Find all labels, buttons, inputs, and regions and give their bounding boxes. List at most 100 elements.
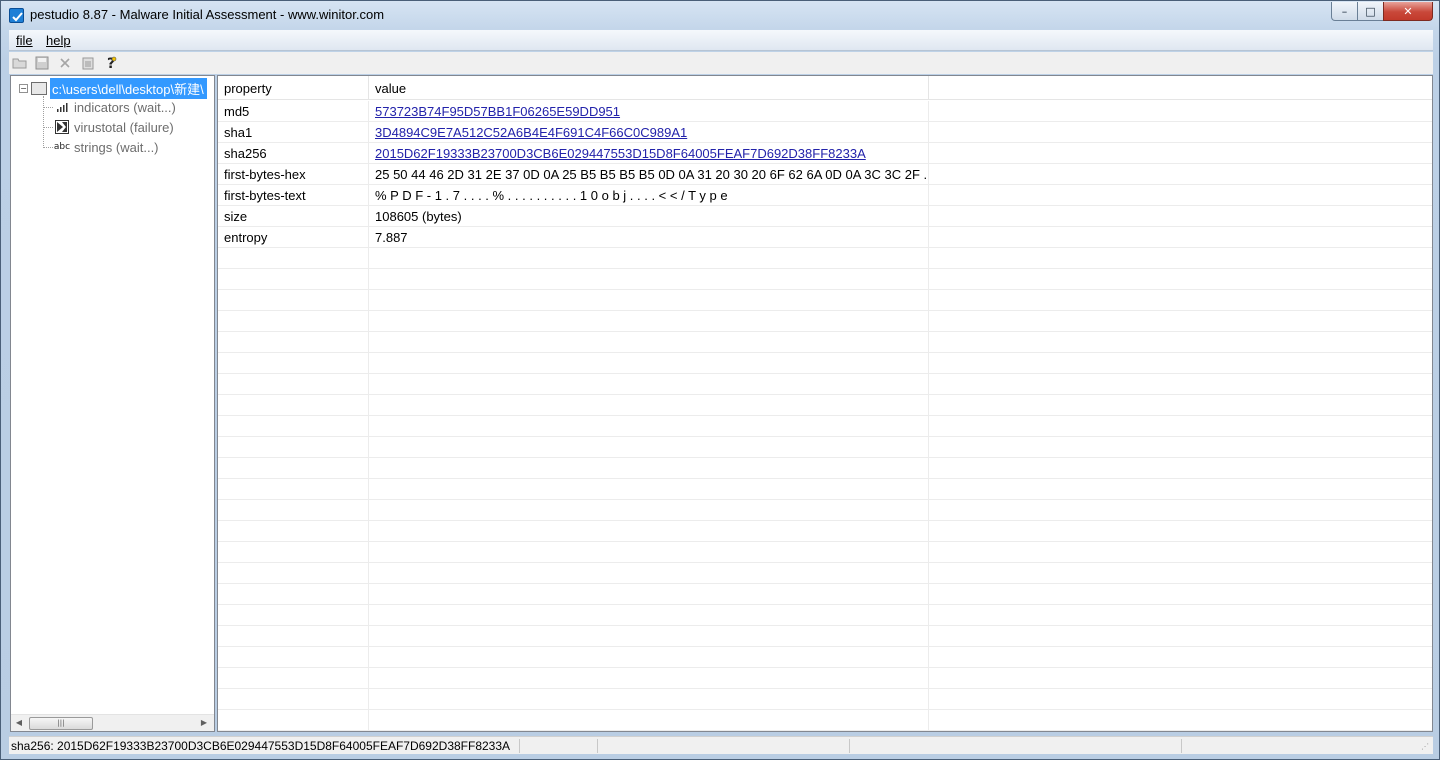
empty-row (218, 689, 1432, 710)
scroll-right-icon[interactable]: ▶ (199, 718, 209, 728)
empty-cell (929, 710, 1432, 731)
scroll-thumb[interactable]: ||| (29, 717, 93, 730)
clipboard-icon[interactable] (80, 55, 96, 71)
empty-cell (369, 479, 929, 500)
empty-cell (369, 605, 929, 626)
property-list[interactable]: property value md5 573723B74F95D57BB1F062… (217, 75, 1433, 732)
empty-cell (218, 458, 369, 479)
empty-cell (218, 353, 369, 374)
value-text: 25 50 44 46 2D 31 2E 37 0D 0A 25 B5 B5 B… (375, 167, 929, 182)
value-text: % P D F - 1 . 7 . . . . % . . . . . . . … (375, 188, 728, 203)
empty-cell (929, 290, 1432, 311)
empty-cell (929, 668, 1432, 689)
empty-row (218, 542, 1432, 563)
close-file-icon[interactable] (57, 55, 73, 71)
empty-cell (369, 563, 929, 584)
empty-cell (929, 458, 1432, 479)
empty-row (218, 458, 1432, 479)
empty-cell (218, 416, 369, 437)
extra-cell (929, 122, 1432, 143)
menu-file[interactable]: file (16, 33, 33, 48)
tree-item-strings[interactable]: abc strings (wait...) (43, 138, 159, 156)
empty-cell (218, 626, 369, 647)
empty-cell (369, 311, 929, 332)
property-cell: sha256 (218, 143, 369, 164)
resize-grip-icon[interactable]: ⋰ (1421, 742, 1431, 752)
empty-cell (929, 521, 1432, 542)
value-cell: 3D4894C9E7A512C52A6B4E4F691C4F66C0C989A1 (369, 122, 929, 143)
tree-item-virustotal[interactable]: virustotal (failure) (43, 118, 174, 136)
table-row[interactable]: sha1 3D4894C9E7A512C52A6B4E4F691C4F66C0C9… (218, 122, 1432, 143)
property-cell: md5 (218, 101, 369, 122)
empty-cell (218, 605, 369, 626)
empty-row (218, 605, 1432, 626)
empty-cell (929, 416, 1432, 437)
virustotal-icon (54, 120, 70, 134)
empty-cell (218, 374, 369, 395)
table-row[interactable]: first-bytes-hex 25 50 44 46 2D 31 2E 37 0… (218, 164, 1432, 185)
hash-link[interactable]: 2015D62F19333B23700D3CB6E029447553D15D8F… (375, 146, 866, 161)
empty-row (218, 416, 1432, 437)
table-row[interactable]: md5 573723B74F95D57BB1F06265E59DD951 (218, 101, 1432, 122)
list-rows: md5 573723B74F95D57BB1F06265E59DD951 sha1 3… (218, 101, 1432, 731)
column-header-extra[interactable] (929, 76, 1432, 100)
empty-row (218, 269, 1432, 290)
empty-cell (218, 248, 369, 269)
empty-row (218, 311, 1432, 332)
empty-cell (218, 332, 369, 353)
empty-cell (929, 626, 1432, 647)
empty-cell (369, 458, 929, 479)
empty-cell (218, 311, 369, 332)
empty-row (218, 290, 1432, 311)
empty-cell (369, 626, 929, 647)
value-cell: 573723B74F95D57BB1F06265E59DD951 (369, 101, 929, 122)
empty-cell (929, 647, 1432, 668)
value-text: 7.887 (375, 230, 408, 245)
table-row[interactable]: size 108605 (bytes) (218, 206, 1432, 227)
empty-cell (218, 542, 369, 563)
value-text: 108605 (bytes) (375, 209, 462, 224)
empty-cell (369, 290, 929, 311)
empty-cell (218, 500, 369, 521)
empty-row (218, 710, 1432, 731)
scroll-left-icon[interactable]: ◀ (14, 718, 24, 728)
empty-cell (218, 563, 369, 584)
empty-row (218, 332, 1432, 353)
empty-row (218, 563, 1432, 584)
property-cell: size (218, 206, 369, 227)
column-header-value[interactable]: value (369, 76, 929, 100)
tree-horizontal-scrollbar[interactable]: ◀ ||| ▶ (11, 714, 214, 731)
empty-cell (218, 710, 369, 731)
minimize-button[interactable]: – (1331, 2, 1358, 21)
table-row[interactable]: first-bytes-text % P D F - 1 . 7 . . . . … (218, 185, 1432, 206)
empty-cell (218, 689, 369, 710)
hash-link[interactable]: 3D4894C9E7A512C52A6B4E4F691C4F66C0C989A1 (375, 125, 687, 140)
hash-link[interactable]: 573723B74F95D57BB1F06265E59DD951 (375, 104, 620, 119)
value-cell: 7.887 (369, 227, 929, 248)
title-bar[interactable]: pestudio 8.87 - Malware Initial Assessme… (1, 1, 1439, 30)
save-icon[interactable] (34, 55, 50, 71)
help-icon[interactable]: ? (103, 55, 119, 71)
minimize-icon: – (1341, 4, 1348, 18)
tree-root-item[interactable]: − c:\users\dell\desktop\新建\ (19, 77, 207, 99)
maximize-button[interactable]: □ (1357, 2, 1384, 21)
collapse-icon[interactable]: − (19, 83, 28, 93)
window-title: pestudio 8.87 - Malware Initial Assessme… (30, 7, 385, 22)
empty-cell (369, 353, 929, 374)
empty-cell (929, 605, 1432, 626)
status-bar: sha256: 2015D62F19333B23700D3CB6E0294475… (9, 736, 1433, 754)
empty-row (218, 395, 1432, 416)
empty-cell (369, 437, 929, 458)
menu-bar: file help (9, 30, 1433, 51)
empty-cell (218, 269, 369, 290)
table-row[interactable]: entropy 7.887 (218, 227, 1432, 248)
empty-cell (929, 332, 1432, 353)
open-icon[interactable] (12, 55, 28, 71)
menu-help[interactable]: help (46, 33, 71, 48)
column-header-property[interactable]: property (218, 76, 369, 100)
tree-view[interactable]: − c:\users\dell\desktop\新建\ indicators (… (10, 75, 215, 732)
extra-cell (929, 227, 1432, 248)
close-button[interactable]: ✕ (1383, 2, 1433, 21)
tree-item-indicators[interactable]: indicators (wait...) (43, 98, 176, 116)
table-row[interactable]: sha256 2015D62F19333B23700D3CB6E029447553… (218, 143, 1432, 164)
